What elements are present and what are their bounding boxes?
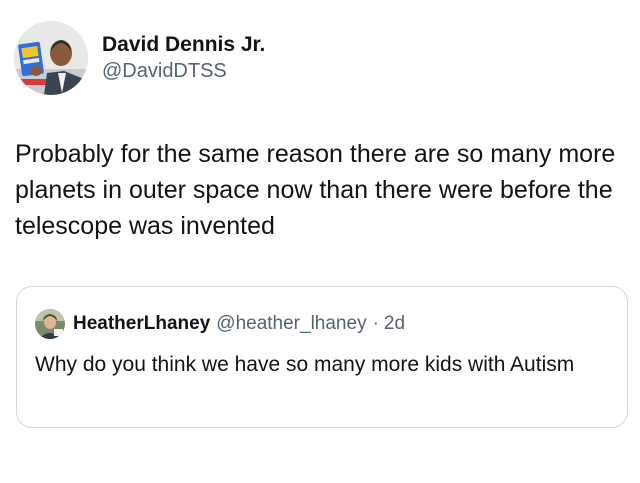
quoted-tweet-text: Why do you think we have so many more ki… <box>35 353 575 376</box>
profile-photo-icon <box>35 309 65 339</box>
quoted-tweet-header: HeatherLhaney @heather_lhaney · 2d <box>35 309 405 339</box>
author-display-name[interactable]: David Dennis Jr. <box>102 32 265 58</box>
quoted-tweet-timestamp: 2d <box>383 313 406 334</box>
tweet: David Dennis Jr. @DavidDTSS Probably for… <box>0 0 640 483</box>
quoted-author-handle: @heather_lhaney <box>216 313 367 334</box>
author-names: David Dennis Jr. @DavidDTSS <box>102 32 265 84</box>
quoted-author-display-name: HeatherLhaney <box>73 313 211 334</box>
tweet-text: Probably for the same reason there are s… <box>15 140 616 240</box>
tweet-author: David Dennis Jr. @DavidDTSS <box>14 20 265 96</box>
quoted-tweet-card[interactable]: HeatherLhaney @heather_lhaney · 2d Why d… <box>16 286 628 428</box>
separator-dot: · <box>372 313 379 334</box>
author-handle[interactable]: @DavidDTSS <box>102 58 265 84</box>
author-avatar[interactable] <box>14 21 88 95</box>
profile-photo-icon <box>14 21 88 95</box>
quoted-author-avatar <box>35 309 65 339</box>
